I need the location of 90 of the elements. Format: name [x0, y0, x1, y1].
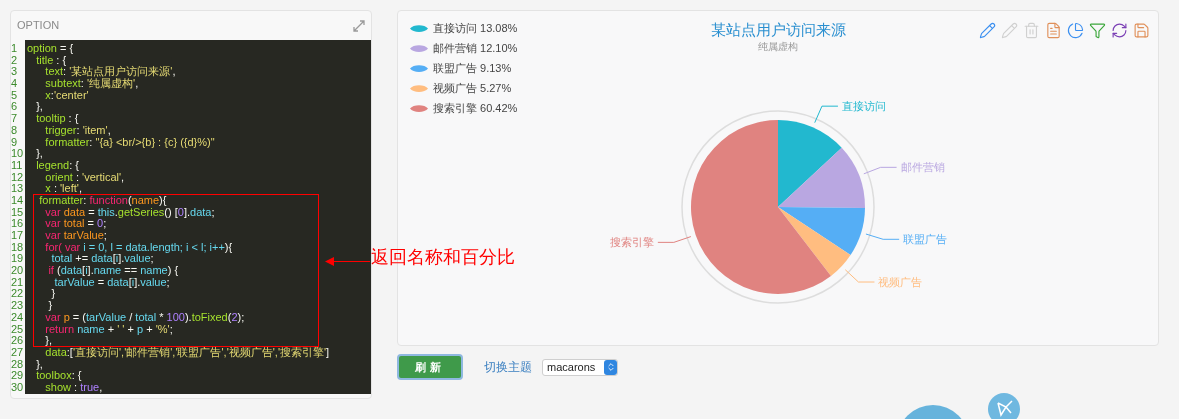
refresh-button[interactable]: 刷新 [397, 354, 463, 380]
slice-label: 邮件营销 [900, 161, 945, 174]
stepper-icon [604, 359, 617, 375]
code-line: subtext: '纯属虚构', [44, 78, 139, 89]
code-line: } [50, 288, 56, 299]
leader-line [865, 233, 900, 240]
line-number: 21 [11, 276, 25, 287]
leader-line [657, 236, 692, 243]
line-number: 27 [11, 346, 25, 357]
line-number: 20 [11, 265, 25, 276]
line-number: 28 [11, 358, 25, 369]
line-number: 17 [11, 230, 25, 240]
code-line: show : true, [44, 381, 103, 392]
code-line: title : { [36, 54, 67, 65]
save-icon[interactable] [1133, 22, 1150, 39]
code-line: var tarValue; [44, 230, 107, 240]
refresh-icon[interactable] [1111, 22, 1128, 39]
line-number: 30 [11, 381, 25, 392]
line-number: 14 [11, 194, 25, 205]
theme-label: 切换主题 [484, 359, 532, 376]
line-number: 8 [11, 124, 19, 135]
leader-line [844, 269, 875, 283]
chart-subtitle: 纯属虚构 [758, 40, 798, 54]
line-number: 10 [11, 148, 25, 159]
document-icon[interactable] [1045, 22, 1062, 39]
code-line: total += data[i].value; [51, 253, 154, 264]
line-number: 9 [11, 136, 19, 147]
line-number: 2 [11, 54, 19, 65]
theme-select[interactable]: macarons [542, 358, 618, 376]
legend-item[interactable]: 联盟广告 9.13% [410, 62, 608, 74]
code-line: tarValue = data[i].value; [53, 276, 170, 287]
line-number: 26 [11, 335, 25, 346]
code-line: data:['直接访问','邮件营销','联盟广告','视频广告','搜索引擎'] [44, 346, 330, 357]
slice-label: 搜索引擎 [609, 236, 654, 249]
slice-label: 直接访问 [841, 100, 886, 113]
line-number: 7 [11, 113, 19, 124]
annotation-text: 返回名称和百分比 [371, 246, 515, 269]
line-number: 4 [11, 78, 19, 89]
line-number: 16 [11, 218, 25, 229]
funnel-icon[interactable] [1089, 22, 1106, 39]
legend-item[interactable]: 搜索引擎 60.42% [410, 102, 608, 114]
line-number: 19 [11, 253, 25, 264]
code-line: }, [35, 101, 43, 112]
code-line: }, [35, 358, 43, 369]
code-line: for( var i = 0, l = data.length; i < l; i++){ [44, 241, 233, 252]
code-line: orient : 'vertical', [45, 171, 125, 182]
line-number: 25 [11, 323, 25, 334]
code-line: } [47, 300, 53, 311]
code-line: option = { [27, 43, 74, 53]
code-line: var p = (tarValue / total * 100).toFixed(2); [44, 311, 245, 322]
code-line: return name + ' ' + p + '%'; [44, 323, 173, 334]
code-line: if (data[i].name == name) { [47, 265, 179, 276]
line-number: 12 [11, 171, 25, 182]
expand-icon[interactable] [353, 19, 365, 32]
code-line: toolbox: { [35, 370, 82, 381]
legend-item[interactable]: 邮件营销 12.10% [410, 42, 608, 54]
slice-label: 联盟广告 [903, 233, 948, 246]
slice-label: 视频广告 [878, 276, 923, 288]
code-line: }, [35, 148, 43, 159]
legend-item[interactable]: 直接访问 13.08% [410, 22, 608, 34]
code-line: formatter: function(name){ [38, 194, 167, 205]
line-number: 29 [11, 370, 25, 381]
code-line: text: '某站点用户访问来源', [44, 66, 176, 77]
line-number: 1 [11, 43, 19, 53]
code-line: trigger: 'item', [45, 124, 111, 135]
code-line: legend: { [35, 159, 79, 170]
line-number: 6 [11, 101, 19, 112]
line-number: 11 [11, 159, 24, 170]
panel-title: OPTION [17, 18, 60, 34]
line-number: 22 [11, 288, 25, 299]
leader-line [814, 105, 839, 124]
chart-title: 某站点用户访问来源 [710, 21, 846, 39]
code-line: formatter: "{a} <br/>{b} : {c} ({d}%)" [44, 136, 215, 147]
annotation-arrow [325, 256, 370, 267]
code-line: var total = 0; [44, 218, 107, 229]
code-line: x:'center' [44, 89, 89, 100]
line-number: 24 [11, 311, 25, 322]
code-line: }, [44, 335, 53, 346]
pie-chart-icon[interactable] [1067, 22, 1084, 39]
code-line: x : 'left', [44, 183, 82, 194]
legend-item[interactable]: 视频广告 5.27% [410, 82, 608, 94]
line-number: 13 [11, 183, 25, 194]
line-number: 3 [11, 66, 19, 77]
line-number: 15 [11, 206, 25, 217]
leader-line [863, 166, 898, 175]
line-number: 18 [11, 241, 25, 252]
line-number: 5 [11, 89, 19, 100]
code-line: tooltip : { [35, 113, 79, 124]
line-number: 23 [11, 300, 25, 311]
code-line: var data = this.getSeries() [0].data; [44, 206, 215, 217]
